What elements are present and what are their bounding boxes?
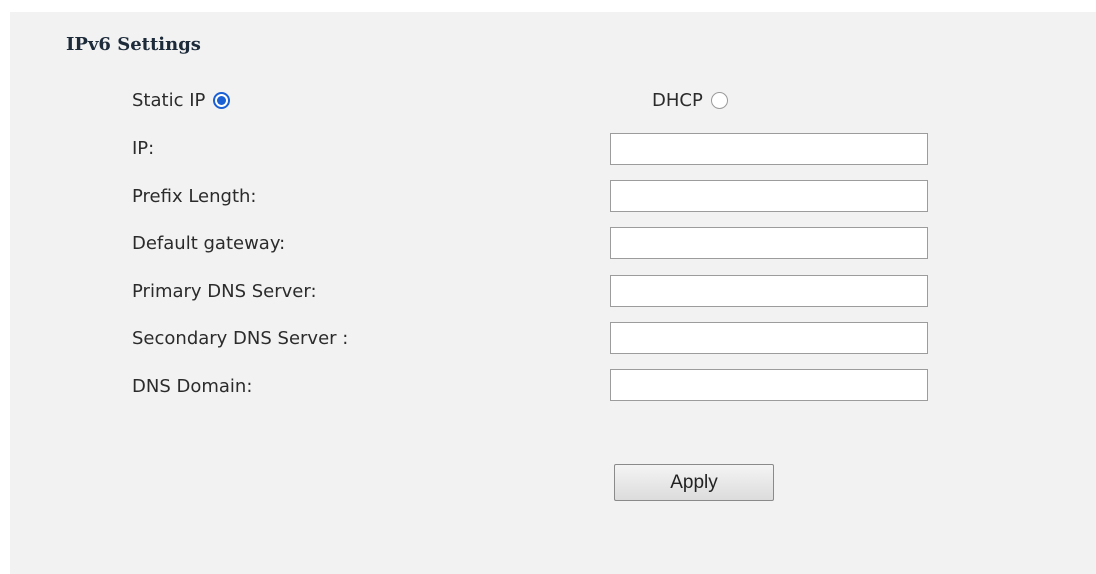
static-ip-option[interactable]: Static IP: [132, 90, 231, 111]
ipv6-settings-panel: IPv6 Settings Static IP DHCP IP: Prefix …: [10, 12, 1096, 574]
static-ip-label: Static IP: [132, 90, 206, 111]
default-gateway-label: Default gateway:: [132, 233, 286, 254]
primary-dns-label: Primary DNS Server:: [132, 281, 317, 302]
primary-dns-input[interactable]: [610, 275, 928, 307]
prefix-length-label: Prefix Length:: [132, 186, 257, 207]
ip-label: IP:: [132, 138, 155, 159]
prefix-length-input[interactable]: [610, 180, 928, 212]
default-gateway-input[interactable]: [610, 227, 928, 259]
dns-domain-input[interactable]: [610, 369, 928, 401]
apply-button[interactable]: Apply: [614, 464, 774, 501]
secondary-dns-label: Secondary DNS Server :: [132, 328, 349, 349]
secondary-dns-input[interactable]: [610, 322, 928, 354]
ip-input[interactable]: [610, 133, 928, 165]
dhcp-option[interactable]: DHCP: [652, 90, 728, 111]
section-title: IPv6 Settings: [66, 34, 201, 55]
static-ip-radio[interactable]: [213, 92, 231, 109]
dhcp-label: DHCP: [652, 90, 703, 111]
dhcp-radio[interactable]: [710, 92, 728, 109]
dns-domain-label: DNS Domain:: [132, 376, 253, 397]
